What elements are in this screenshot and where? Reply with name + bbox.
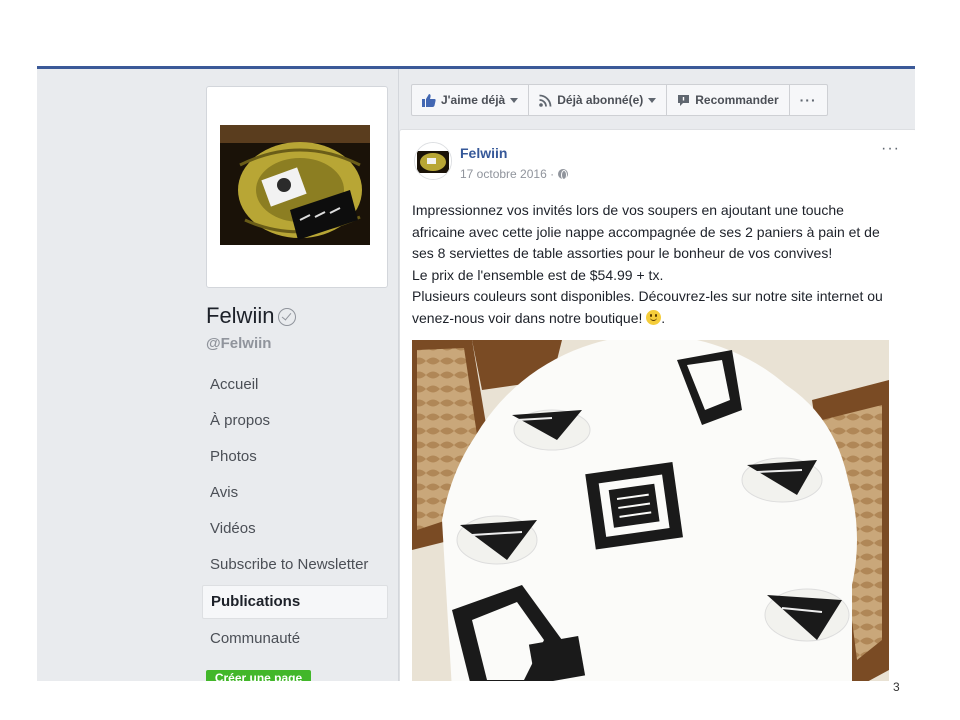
post-avatar[interactable]	[414, 142, 452, 180]
post-text: Impressionnez vos invités lors de vos so…	[412, 200, 892, 329]
verified-check-icon	[278, 308, 297, 327]
page-name: Felwiin	[206, 303, 297, 329]
globe-icon	[558, 169, 569, 180]
post-paragraph: Le prix de l'ensemble est de $54.99 + tx…	[412, 266, 664, 283]
recommend-button[interactable]: Recommander	[667, 85, 790, 115]
post-date[interactable]: 17 octobre 2016 ·	[460, 167, 554, 181]
post-meta: 17 octobre 2016 ·	[460, 167, 569, 181]
post-card: Felwiin 17 octobre 2016 · ··· Impression…	[399, 129, 915, 681]
page-handle: @Felwiin	[206, 335, 272, 352]
tablecloth-photo	[412, 340, 889, 681]
nav-item-accueil[interactable]: Accueil	[202, 369, 388, 401]
nav-item-communaute[interactable]: Communauté	[202, 623, 388, 655]
speech-bubble-icon	[678, 94, 690, 106]
follow-button-label: Déjà abonné(e)	[557, 93, 644, 107]
nav-item-avis[interactable]: Avis	[202, 477, 388, 509]
nav-item-publications[interactable]: Publications	[202, 585, 388, 619]
thumbs-up-icon	[422, 94, 436, 107]
avatar-image	[415, 143, 451, 179]
nav-item-newsletter[interactable]: Subscribe to Newsletter	[202, 549, 388, 581]
like-button[interactable]: J'aime déjà	[412, 85, 530, 115]
post-photo[interactable]	[412, 340, 889, 681]
recommend-button-label: Recommander	[695, 93, 779, 107]
profile-picture[interactable]	[206, 86, 388, 288]
follow-button[interactable]: Déjà abonné(e)	[529, 85, 668, 115]
facebook-page-screenshot: Felwiin @Felwiin Accueil À propos Photos…	[37, 69, 915, 681]
like-button-label: J'aime déjà	[441, 93, 506, 107]
page-action-bar: J'aime déjà Déjà abonné(e) Recommander ·…	[411, 84, 828, 116]
nav-item-videos[interactable]: Vidéos	[202, 513, 388, 545]
post-options-button[interactable]: ···	[881, 140, 900, 158]
rss-icon	[539, 94, 552, 107]
page-nav: Accueil À propos Photos Avis Vidéos Subs…	[202, 369, 388, 659]
slide-number: 3	[893, 680, 900, 694]
more-icon: ···	[799, 92, 817, 108]
chevron-down-icon	[648, 97, 657, 103]
chevron-down-icon	[510, 97, 519, 103]
more-options-button[interactable]: ···	[790, 85, 827, 115]
post-author[interactable]: Felwiin	[460, 145, 507, 161]
post-paragraph: Plusieurs couleurs sont disponibles. Déc…	[412, 288, 883, 326]
profile-photo	[220, 125, 370, 245]
smiley-emoji-icon	[646, 309, 662, 325]
nav-item-photos[interactable]: Photos	[202, 441, 388, 473]
create-page-button[interactable]: Créer une page	[206, 670, 311, 681]
nav-item-a-propos[interactable]: À propos	[202, 405, 388, 437]
post-paragraph: Impressionnez vos invités lors de vos so…	[412, 202, 880, 261]
